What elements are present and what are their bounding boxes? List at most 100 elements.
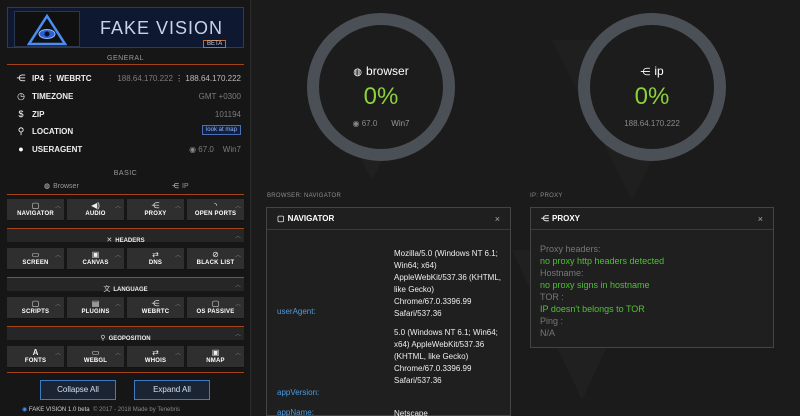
ip-address: 188.64.170.222 bbox=[624, 119, 680, 128]
divider bbox=[7, 372, 244, 373]
chevron-up-icon: ︿ bbox=[114, 351, 121, 357]
globe-icon: ◍ bbox=[353, 67, 363, 78]
main-area: ◍ browser 0% ◉ 67.0 Win7 ⋲ ip 0% 188.64.170… bbox=[252, 0, 800, 416]
chrome-icon: ◉ bbox=[352, 119, 360, 128]
location-pin-icon: ⚲ bbox=[17, 126, 25, 136]
tile-os-passive[interactable]: ▢ OS PASSIVE ︿ bbox=[187, 297, 244, 319]
info-row-zip: $ ZIP 101194 bbox=[16, 109, 241, 123]
proxy-body: Proxy headers: no proxy http headers det… bbox=[540, 243, 664, 339]
chevron-up-icon: ︿ bbox=[54, 204, 61, 210]
tile-dns[interactable]: ⇄ DNS ︿ bbox=[127, 248, 184, 270]
basic-section-label: BASIC bbox=[113, 170, 138, 177]
share-icon: ⋲ bbox=[640, 67, 651, 78]
browser-caption: BROWSER: NAVIGATOR bbox=[267, 193, 342, 199]
tile-screen[interactable]: ▭ SCREEN ︿ bbox=[7, 248, 64, 270]
share-icon: ⋲ bbox=[16, 73, 26, 83]
tile-fonts[interactable]: A FONTS ︿ bbox=[7, 346, 64, 368]
navigator-panel: ▢ NAVIGATOR × Mozilla/5.0 (Windows NT 6.1;… bbox=[266, 207, 511, 416]
chevron-up-icon: ︿ bbox=[234, 302, 241, 308]
location-pin-icon: ⚲ bbox=[100, 335, 106, 342]
navigator-value: 5.0 (Windows NT 6.1; Win64; x64) AppleWe… bbox=[394, 328, 498, 385]
look-at-map-button[interactable]: look at map bbox=[201, 125, 241, 135]
mode-ip[interactable]: ⋲ IP bbox=[172, 182, 189, 190]
user-icon: ● bbox=[18, 144, 24, 154]
close-icon[interactable]: × bbox=[758, 208, 763, 230]
divider bbox=[7, 194, 244, 195]
tile-plugins[interactable]: ▤ PLUGINS ︿ bbox=[67, 297, 124, 319]
chevron-up-icon: ︿ bbox=[54, 351, 61, 357]
chevron-up-icon: ︿ bbox=[174, 253, 181, 259]
expand-all-button[interactable]: Expand All bbox=[134, 380, 210, 400]
navigator-key: userAgent: bbox=[277, 307, 316, 316]
chevron-up-icon: ︿ bbox=[174, 351, 181, 357]
chevron-up-icon: ︿ bbox=[234, 351, 241, 357]
tile-scripts[interactable]: ▢ SCRIPTS ︿ bbox=[7, 297, 64, 319]
browser-gauge: ◍ browser 0% ◉ 67.0 Win7 bbox=[307, 13, 455, 161]
tile-canvas[interactable]: ▣ CANVAS ︿ bbox=[67, 248, 124, 270]
chevron-up-icon: ︿ bbox=[234, 234, 241, 240]
proxy-line: Hostname: bbox=[540, 268, 584, 278]
proxy-line: no proxy signs in hostname bbox=[540, 280, 650, 290]
info-row-location: ⚲ LOCATION look at map bbox=[16, 125, 241, 140]
tile-webgl[interactable]: ▭ WEBGL ︿ bbox=[67, 346, 124, 368]
chevron-up-icon: ︿ bbox=[54, 302, 61, 308]
window-icon: ▢ bbox=[277, 214, 285, 223]
navigator-key: appVersion: bbox=[277, 388, 320, 397]
mode-browser[interactable]: ◍ Browser bbox=[44, 182, 79, 190]
collapse-all-button[interactable]: Collapse All bbox=[40, 380, 116, 400]
tile-nmap[interactable]: ▣ NMAP ︿ bbox=[187, 346, 244, 368]
proxy-line: Proxy headers: bbox=[540, 244, 601, 254]
tile-open-ports[interactable]: ◝ OPEN PORTS ︿ bbox=[187, 199, 244, 221]
eye-logo-icon: ◉ bbox=[22, 407, 28, 413]
tile-whois[interactable]: ⇄ WHOIS ︿ bbox=[127, 346, 184, 368]
tile-navigator[interactable]: ▢ NAVIGATOR ︿ bbox=[7, 199, 64, 221]
chevron-up-icon: ︿ bbox=[54, 253, 61, 259]
test-row: ▢ SCRIPTS ︿ ▤ PLUGINS ︿ ⋲ WEBRTC ︿ ▢ OS PASSIVE… bbox=[7, 297, 244, 319]
navigator-value: Netscape bbox=[394, 409, 428, 416]
zip-icon: $ bbox=[18, 109, 24, 119]
chevron-up-icon: ︿ bbox=[114, 302, 121, 308]
chrome-icon: ◉ bbox=[189, 145, 197, 154]
bar-geoposition[interactable]: ⚲ GEOPOSITION ︿ bbox=[7, 326, 244, 342]
chevron-up-icon: ︿ bbox=[234, 204, 241, 210]
logo: FAKE VISION BETA bbox=[7, 7, 244, 48]
tile-webrtc[interactable]: ⋲ WEBRTC ︿ bbox=[127, 297, 184, 319]
proxy-line: TOR : bbox=[540, 292, 564, 302]
share-icon: ⋲ bbox=[541, 214, 549, 223]
bar-language[interactable]: 文 LANGUAGE ︿ bbox=[7, 277, 244, 293]
chevron-up-icon: ︿ bbox=[174, 302, 181, 308]
chevron-up-icon: ︿ bbox=[174, 204, 181, 210]
browser-percent: 0% bbox=[363, 83, 399, 110]
ip-percent: 0% bbox=[634, 83, 670, 110]
proxy-panel: ⋲ PROXY × Proxy headers: no proxy http hea… bbox=[530, 207, 774, 348]
ip-gauge: ⋲ ip 0% 188.64.170.222 bbox=[578, 13, 726, 161]
tile-proxy[interactable]: ⋲ PROXY ︿ bbox=[127, 199, 184, 221]
test-row: ▢ NAVIGATOR ︿ ◀) AUDIO ︿ ⋲ PROXY ︿ ◝ OPEN PORTS… bbox=[7, 199, 244, 221]
proxy-line: no proxy http headers detected bbox=[540, 256, 665, 266]
chevron-up-icon: ︿ bbox=[114, 253, 121, 259]
footer: ◉ FAKE VISION 1.0 beta © 2017 - 2018 Mad… bbox=[22, 407, 181, 413]
info-row-timezone: ◷ TIMEZONE GMT +0300 bbox=[17, 91, 241, 101]
navigator-value: Mozilla/5.0 (Windows NT 6.1; Win64; x64)… bbox=[394, 249, 502, 318]
share-icon: ⋲ bbox=[172, 183, 179, 190]
close-icon[interactable]: × bbox=[495, 208, 500, 230]
bar-headers[interactable]: ✕ HEADERS ︿ bbox=[7, 228, 244, 244]
ip-caption: IP: PROXY bbox=[530, 193, 563, 199]
chevron-up-icon: ︿ bbox=[234, 332, 241, 338]
tile-audio[interactable]: ◀) AUDIO ︿ bbox=[67, 199, 124, 221]
wrench-icon: ✕ bbox=[106, 237, 113, 244]
chevron-up-icon: ︿ bbox=[234, 283, 241, 289]
globe-icon: ◍ bbox=[44, 183, 51, 190]
eye-triangle-icon bbox=[14, 11, 80, 47]
app-title: FAKE VISION bbox=[100, 18, 224, 38]
proxy-line: Ping : bbox=[540, 316, 564, 326]
language-icon: 文 bbox=[103, 286, 111, 293]
test-row: ▭ SCREEN ︿ ▣ CANVAS ︿ ⇄ DNS ︿ ⊘ BLACK LIST ︿ bbox=[7, 248, 244, 270]
beta-badge: BETA bbox=[203, 40, 227, 48]
chevron-up-icon: ︿ bbox=[234, 253, 241, 259]
test-row: A FONTS ︿ ▭ WEBGL ︿ ⇄ WHOIS ︿ ▣ NMAP ︿ bbox=[7, 346, 244, 368]
general-section-label: GENERAL bbox=[107, 55, 144, 62]
info-row-useragent: ● USERAGENT ◉ 67.0 Win7 bbox=[16, 144, 241, 158]
navigator-key: appName: bbox=[277, 408, 314, 416]
tile-black-list[interactable]: ⊘ BLACK LIST ︿ bbox=[187, 248, 244, 270]
